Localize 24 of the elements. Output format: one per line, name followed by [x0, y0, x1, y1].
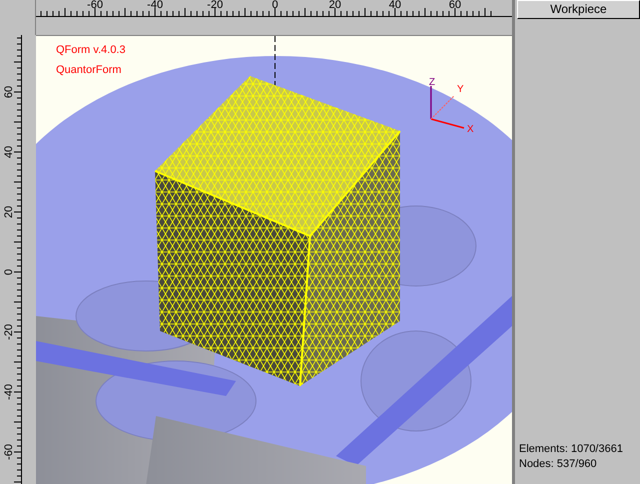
ruler-label: 20 — [328, 0, 342, 11]
ruler-label: 20 — [3, 206, 15, 218]
ruler-label: 40 — [3, 146, 15, 158]
axis-label: Z — [429, 77, 436, 88]
axis-label: Y — [457, 84, 464, 95]
ruler-label: -20 — [3, 324, 15, 340]
overlay-label: QForm v.4.0.3 — [56, 44, 126, 56]
overlay-label: QuantorForm — [56, 64, 122, 76]
ruler-label: 0 — [272, 0, 278, 11]
ruler-label: -40 — [3, 384, 15, 400]
ruler-label: -40 — [147, 0, 163, 11]
stat-text: Nodes: 537/960 — [519, 457, 598, 472]
axis-label: X — [467, 124, 474, 135]
stat-text: Elements: 1070/3661 — [519, 442, 624, 457]
axis-triad-icon — [430, 86, 464, 129]
ruler-label: -60 — [87, 0, 103, 11]
ruler-label: -60 — [3, 444, 15, 460]
ruler-label: 60 — [448, 0, 462, 11]
ruler-label: 40 — [388, 0, 402, 11]
ruler-label: 0 — [3, 268, 15, 276]
ruler-label: 60 — [3, 86, 15, 98]
panel-title: Workpiece — [517, 0, 640, 19]
ruler-label: -20 — [207, 0, 223, 11]
3d-viewport[interactable]: X Y Z QForm v.4.0.3 QuantorForm — [36, 35, 512, 484]
